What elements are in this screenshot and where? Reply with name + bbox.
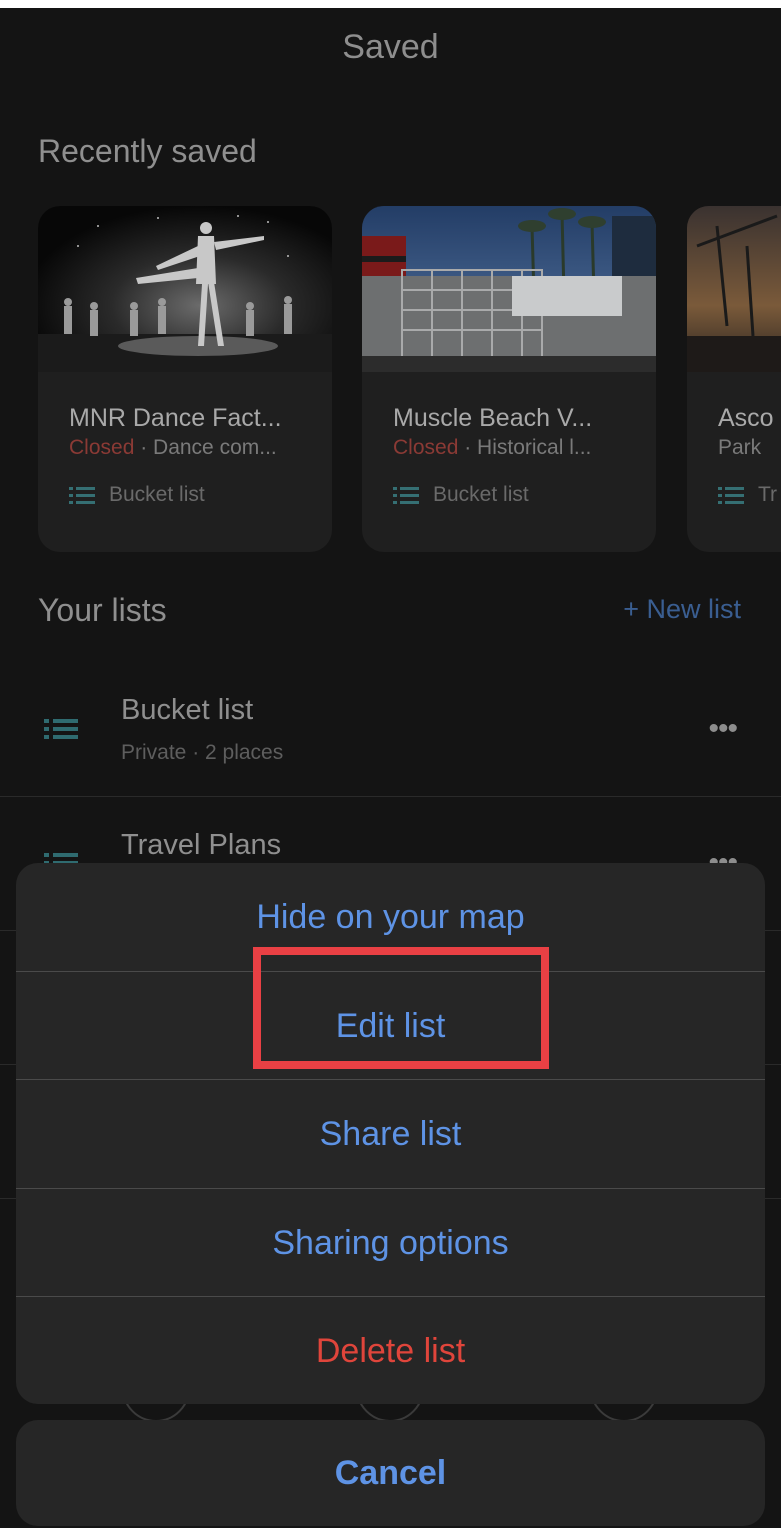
highlight-box — [253, 947, 549, 1069]
list-icon — [393, 486, 419, 504]
more-options-button[interactable]: ••• — [708, 712, 737, 746]
cancel-button[interactable]: Cancel — [16, 1420, 765, 1526]
closed-status: Closed — [69, 436, 135, 459]
list-icon — [44, 718, 78, 740]
page-title: Saved — [342, 28, 439, 66]
saved-place-card[interactable]: Muscle Beach V... Closed · Historical l.… — [362, 206, 656, 552]
saved-screen: Saved Recently saved MNR Dance Fact... C… — [0, 8, 781, 1528]
your-lists-heading: Your lists — [38, 592, 167, 628]
sharing-options-button[interactable]: Sharing options — [16, 1189, 765, 1297]
divider — [0, 796, 781, 797]
card-list-tag: Tr — [718, 483, 777, 507]
place-name: Muscle Beach V... — [393, 404, 593, 432]
share-list-button[interactable]: Share list — [16, 1080, 765, 1188]
list-title: Travel Plans — [121, 829, 282, 861]
place-category: · Historical l... — [458, 436, 592, 459]
closed-status: Closed — [393, 436, 459, 459]
card-list-tag: Bucket list — [393, 483, 529, 507]
list-title: Bucket list — [121, 694, 254, 726]
place-photo — [362, 206, 656, 372]
list-subtitle: Private · 2 places — [121, 741, 284, 764]
saved-place-card[interactable]: Asco Park Tr — [687, 206, 781, 552]
place-status-line: Closed · Dance com... — [69, 436, 277, 460]
list-icon — [718, 486, 744, 504]
place-name: MNR Dance Fact... — [69, 404, 282, 432]
list-name: Tr — [758, 483, 778, 506]
card-list-tag: Bucket list — [69, 483, 205, 507]
delete-list-button[interactable]: Delete list — [16, 1297, 765, 1404]
place-photo — [687, 206, 781, 372]
recently-saved-heading: Recently saved — [38, 133, 257, 169]
place-status-line: Closed · Historical l... — [393, 436, 591, 460]
saved-place-card[interactable]: MNR Dance Fact... Closed · Dance com... … — [38, 206, 332, 552]
list-name: Bucket list — [433, 483, 529, 506]
list-name: Bucket list — [109, 483, 205, 506]
place-name: Asco — [718, 404, 774, 432]
place-category: Park — [718, 436, 762, 459]
place-category: · Dance com... — [134, 436, 277, 459]
new-list-button[interactable]: + New list — [623, 594, 741, 625]
list-icon — [69, 486, 95, 504]
place-photo — [38, 206, 332, 372]
action-sheet: Hide on your map Edit list Share list Sh… — [16, 863, 765, 1404]
